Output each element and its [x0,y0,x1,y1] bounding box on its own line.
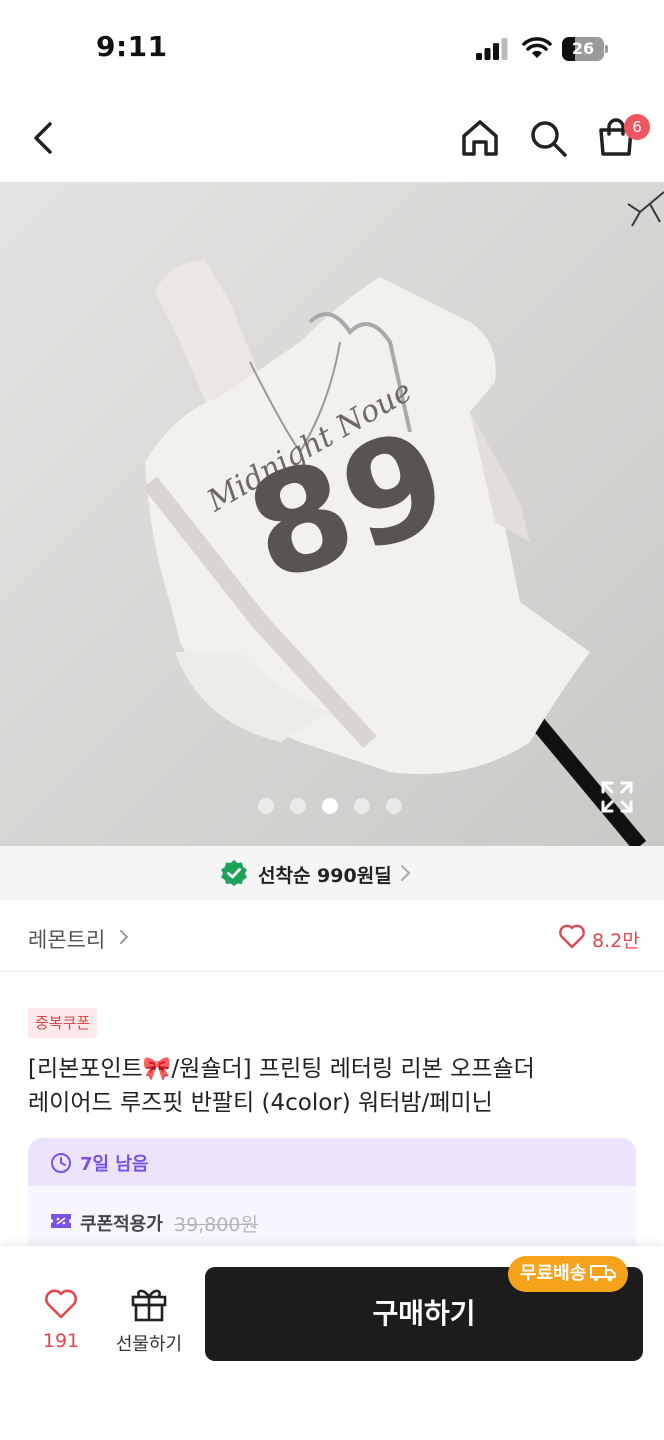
carousel-dot[interactable] [354,798,370,814]
carousel-dot[interactable] [386,798,402,814]
carousel-dot-active[interactable] [322,798,338,814]
verified-check-icon [221,860,247,886]
promo-text: 선착순 990원딜 [258,865,392,887]
carousel-indicator [258,798,408,816]
truck-icon [590,1265,617,1282]
time-remaining: 7일 남음 [80,1154,149,1175]
battery-icon: 26 [562,37,608,61]
free-shipping-badge: 무료배송 [508,1256,629,1292]
gift-label: 선물하기 [115,1334,183,1355]
expand-icon[interactable] [600,780,634,814]
wifi-icon [522,37,552,58]
gift-button[interactable]: 선물하기 [110,1282,188,1358]
search-icon[interactable] [526,116,570,160]
wishlist-button[interactable]: 191 [30,1282,92,1358]
carousel-dot[interactable] [258,798,274,814]
original-price: 39,800원 [174,1214,258,1236]
coupon-price-label: 쿠폰적용가 [80,1214,163,1235]
wishlist-count: 191 [42,1330,80,1352]
heart-icon [45,1289,77,1319]
free-shipping-label: 무료배송 [520,1263,587,1284]
deal-promo-banner[interactable]: 선착순 990원딜 [0,846,664,900]
coupon-ticket-icon [51,1214,71,1228]
product-title-line: 레이어드 루즈핏 반팔티 (4color) 워터밤/페미닌 [28,1090,493,1116]
chevron-right-icon [401,865,411,881]
product-title-line: [리본포인트🎀/원숄더] 프린팅 레터링 리본 오프숄더 [28,1056,535,1082]
status-time: 9:11 [96,30,168,63]
product-photo: Midnight Noue 89 [0,182,664,846]
heart-icon [559,924,585,949]
store-name-link[interactable]: 레몬트리 [28,924,105,954]
home-icon[interactable] [458,116,502,160]
status-bar: 9:11 26 [0,0,664,96]
bottom-action-bar: 191 선물하기 구매하기 무료배송 [0,1246,664,1440]
store-row: 레몬트리 8.2만 [0,900,664,972]
product-title: [리본포인트🎀/원숄더] 프린팅 레터링 리본 오프숄더 레이어드 루즈핏 반팔… [28,1052,638,1120]
cart-count-badge: 6 [624,114,650,140]
store-like-count: 8.2만 [592,930,640,952]
product-image-carousel[interactable]: Midnight Noue 89 [0,182,664,846]
gift-icon [131,1289,167,1322]
battery-level: 26 [571,39,595,58]
top-nav-bar [0,96,664,182]
duplicate-coupon-tag: 중복쿠폰 [28,1008,98,1038]
coupon-timer-header: 7일 남음 [28,1138,636,1186]
carousel-dot[interactable] [290,798,306,814]
clock-icon [51,1153,71,1173]
back-icon[interactable] [24,116,68,160]
signal-icon [476,38,508,60]
chevron-right-icon[interactable] [118,928,130,946]
